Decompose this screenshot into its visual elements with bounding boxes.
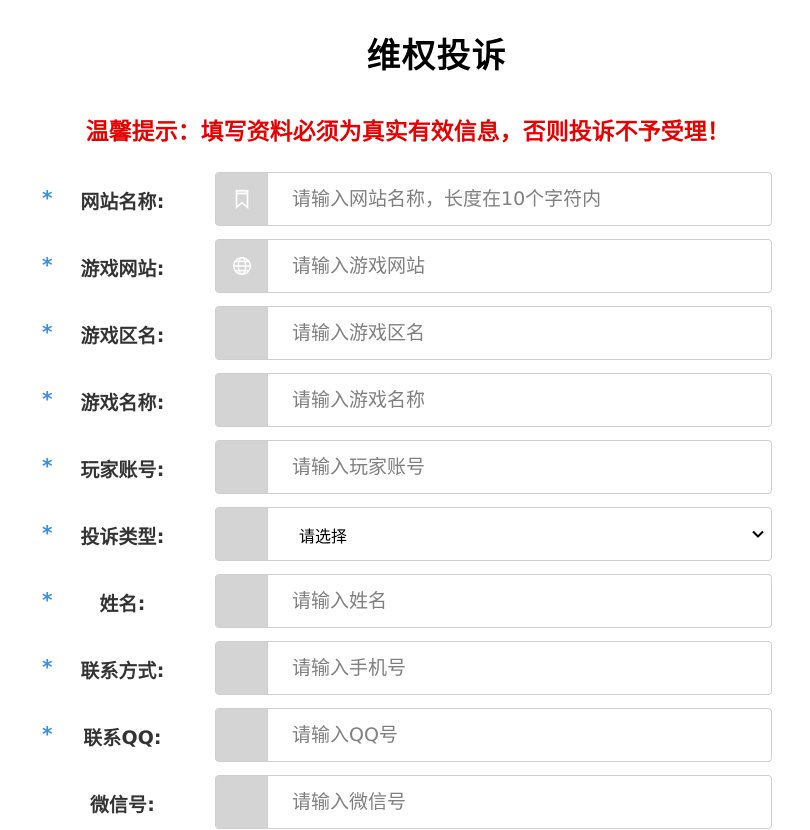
form-row-player-account: * 玩家账号: [0,440,810,494]
player-account-input[interactable] [268,441,771,493]
required-mark: * [42,722,53,746]
site-name-input[interactable] [268,173,771,225]
complaint-type-label: 投诉类型: [80,526,165,548]
game-website-label: 游戏网站: [80,258,165,280]
site-name-label: 网站名称: [80,191,165,213]
form-row-name: * 姓名: [0,574,810,628]
form-row-qq: * 联系QQ: [0,708,810,762]
blank-addon [216,642,268,694]
required-mark: * [42,521,53,545]
form-row-server-name: * 游戏区名: [0,306,810,360]
server-name-input[interactable] [268,307,771,359]
complaint-type-selected: 请选择 [299,527,348,546]
phone-input[interactable] [268,642,771,694]
game-name-label: 游戏名称: [80,392,165,414]
bookmark-icon [216,173,268,225]
game-website-field [215,239,772,293]
complaint-type-field: 请选择 [215,507,772,561]
blank-addon [216,374,268,426]
name-label: 姓名: [99,593,146,615]
complaint-type-select[interactable]: 请选择 [268,508,771,560]
notice-text: 温馨提示：填写资料必须为真实有效信息，否则投诉不予受理！ [86,119,730,145]
required-mark: * [42,387,53,411]
phone-field [215,641,772,695]
blank-addon [216,441,268,493]
wechat-field [215,775,772,829]
required-mark: * [42,655,53,679]
wechat-input[interactable] [268,776,771,828]
server-name-label: 游戏区名: [80,325,165,347]
game-name-input[interactable] [268,374,771,426]
required-mark: * [42,320,53,344]
form-row-phone: * 联系方式: [0,641,810,695]
wechat-label: 微信号: [90,794,155,816]
blank-addon [216,508,268,560]
form-row-site-name: * 网站名称: [0,172,810,226]
name-input[interactable] [268,575,771,627]
player-account-label: 玩家账号: [80,459,165,481]
game-website-input[interactable] [268,240,771,292]
chevron-down-icon [752,530,764,538]
name-field [215,574,772,628]
server-name-field [215,306,772,360]
qq-label: 联系QQ: [83,727,162,749]
qq-input[interactable] [268,709,771,761]
phone-label: 联系方式: [80,660,165,682]
required-mark: * [42,454,53,478]
site-name-field [215,172,772,226]
form-row-game-name: * 游戏名称: [0,373,810,427]
globe-icon [216,240,268,292]
form-row-wechat: 微信号: [0,775,810,829]
required-mark: * [42,253,53,277]
game-name-field [215,373,772,427]
required-mark: * [42,588,53,612]
page-title: 维权投诉 [367,36,507,76]
blank-addon [216,709,268,761]
form-row-complaint-type: * 投诉类型: 请选择 [0,507,810,561]
blank-addon [216,776,268,828]
form-row-game-website: * 游戏网站: [0,239,810,293]
qq-field [215,708,772,762]
blank-addon [216,307,268,359]
required-mark: * [42,186,53,210]
blank-addon [216,575,268,627]
player-account-field [215,440,772,494]
